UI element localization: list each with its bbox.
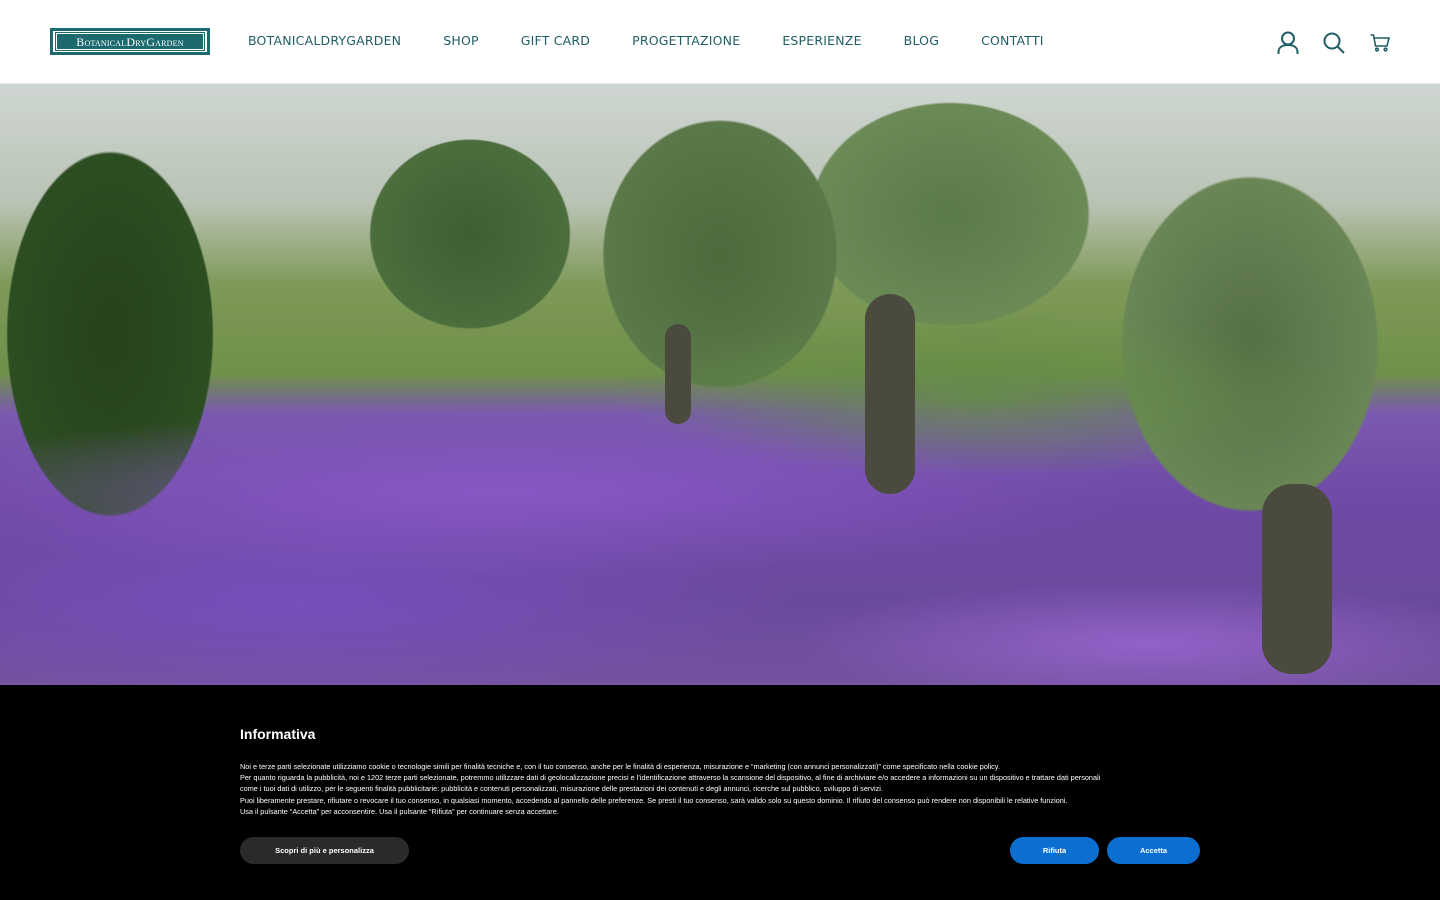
cart-icon[interactable]	[1368, 30, 1392, 56]
reject-button[interactable]: Rifiuta	[1010, 837, 1099, 864]
nav-item-gift-card[interactable]: GIFT CARD	[521, 33, 590, 48]
main-nav: BOTANICALDRYGARDEN SHOP GIFT CARD PROGET…	[248, 33, 1044, 48]
cookie-banner: Informativa Noi e terze parti selezionat…	[0, 685, 1440, 900]
nav-item-shop[interactable]: SHOP	[443, 33, 479, 48]
cookie-banner-title: Informativa	[240, 726, 316, 742]
tree-trunk	[665, 324, 691, 424]
cookie-text-line: Per quanto riguarda la pubblicità, noi e…	[240, 773, 1101, 783]
nav-item-botanicaldrygarden[interactable]: BOTANICALDRYGARDEN	[248, 33, 401, 48]
nav-item-esperienze[interactable]: ESPERIENZE	[782, 33, 861, 48]
tree-trunk	[1262, 484, 1332, 674]
nav-item-blog[interactable]: BLOG	[904, 33, 939, 48]
user-icon[interactable]	[1276, 30, 1300, 56]
learn-more-customize-button[interactable]: Scopri di più e personalizza	[240, 837, 409, 864]
header-icons	[1276, 30, 1392, 56]
logo-text: BotanicalDryGarden	[55, 32, 205, 51]
search-icon[interactable]	[1322, 30, 1346, 56]
cookie-banner-text: Noi e terze parti selezionate utilizziam…	[240, 761, 1200, 817]
cookie-text-line: Noi e terze parti selezionate utilizziam…	[240, 762, 1000, 771]
cookie-text-line: Usa il pulsante “Accetta” per acconsenti…	[240, 806, 559, 816]
nav-item-progettazione[interactable]: PROGETTAZIONE	[632, 33, 740, 48]
accept-button[interactable]: Accetta	[1107, 837, 1200, 864]
tree-trunk	[865, 294, 915, 494]
hero-image	[0, 84, 1440, 686]
site-logo[interactable]: BotanicalDryGarden	[50, 28, 210, 55]
cookie-text-line: Puoi liberamente prestare, rifiutare o r…	[240, 795, 1068, 805]
site-header: BotanicalDryGarden BOTANICALDRYGARDEN SH…	[0, 0, 1440, 84]
nav-item-contatti[interactable]: CONTATTI	[981, 33, 1044, 48]
hero-flowers	[0, 344, 1440, 686]
cookie-text-line: come i tuoi dati di utilizzo, per le seg…	[240, 784, 883, 794]
